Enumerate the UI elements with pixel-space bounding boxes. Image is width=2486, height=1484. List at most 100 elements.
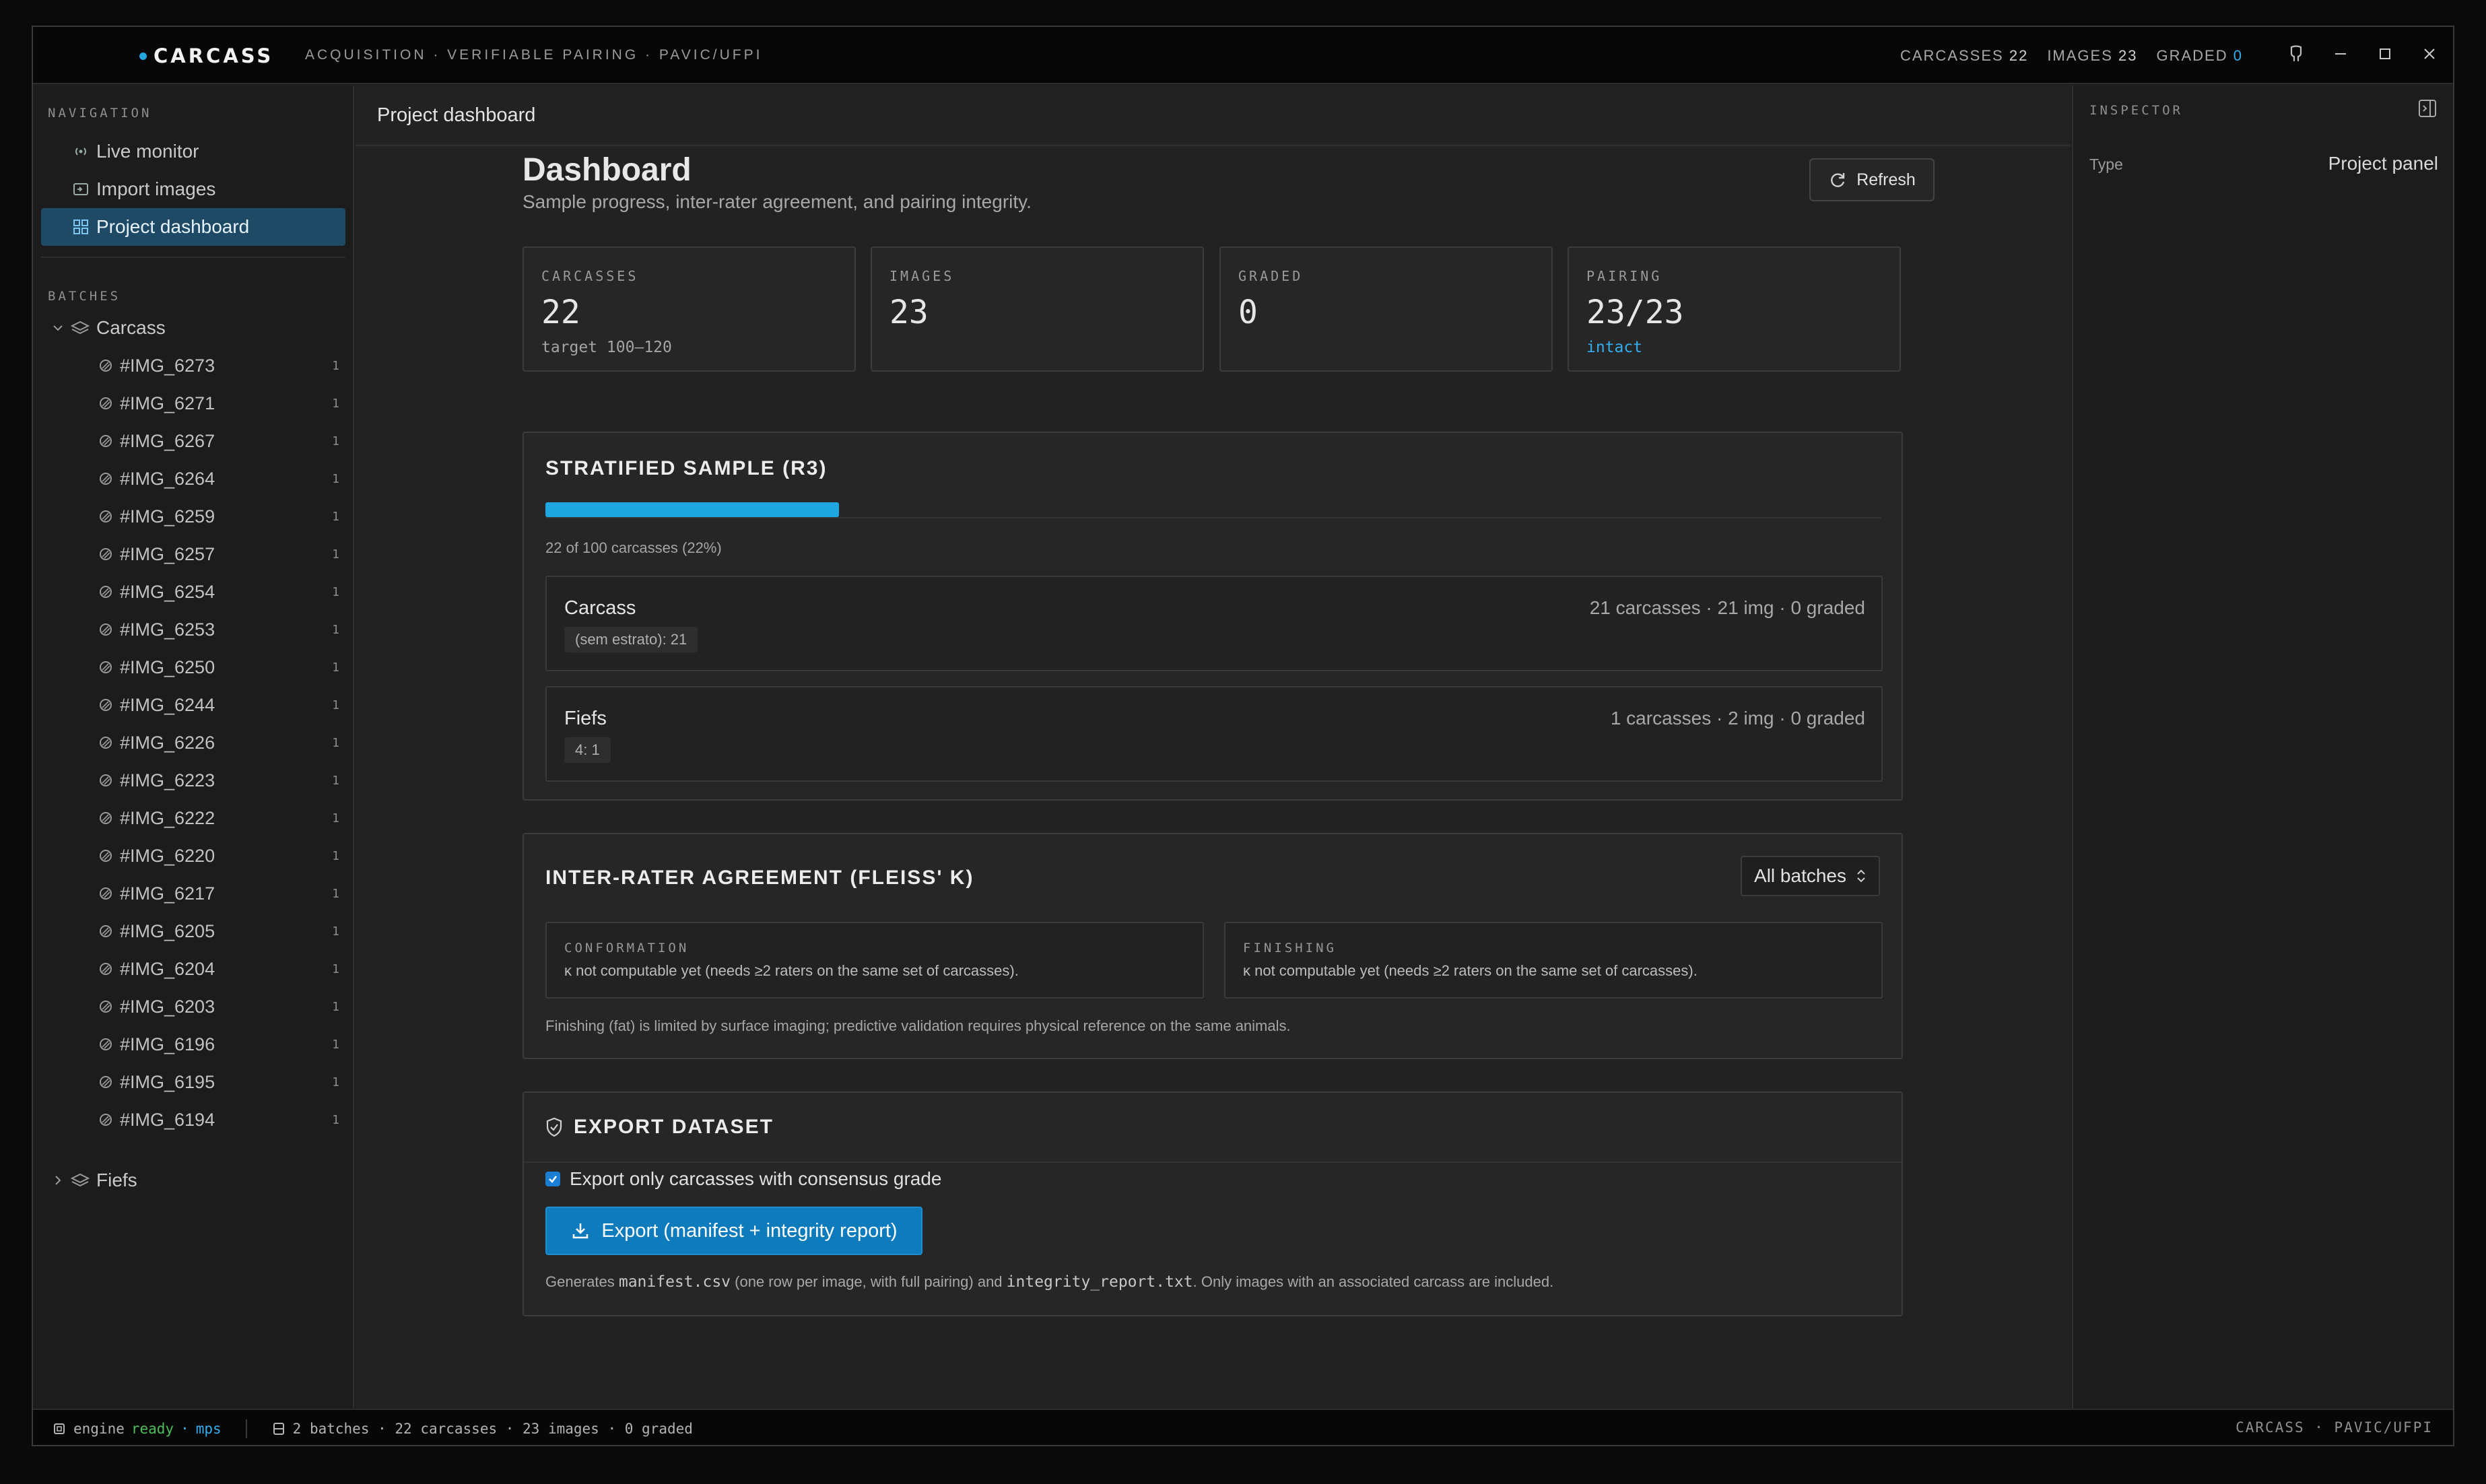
image-tag-icon bbox=[97, 1111, 114, 1128]
batch-item-label: #IMG_6196 bbox=[120, 1034, 215, 1054]
image-tag-icon bbox=[97, 696, 114, 714]
nav-import-images[interactable]: Import images bbox=[41, 170, 345, 208]
batch-item-label: #IMG_6244 bbox=[120, 694, 215, 715]
stratum-tag: (sem estrato): 21 bbox=[564, 627, 698, 652]
batch-item[interactable]: #IMG_6195 1 bbox=[97, 1063, 339, 1101]
image-tag-icon bbox=[97, 734, 114, 751]
image-tag-icon bbox=[97, 470, 114, 487]
maximize-icon[interactable] bbox=[2375, 42, 2395, 66]
brand-dot-icon bbox=[139, 52, 147, 60]
batch-item[interactable]: #IMG_6217 1 bbox=[97, 875, 339, 912]
batch-item[interactable]: #IMG_6222 1 bbox=[97, 799, 339, 837]
batch-item[interactable]: #IMG_6254 1 bbox=[97, 573, 339, 611]
title-bar: CARCASS ACQUISITION · VERIFIABLE PAIRING… bbox=[33, 27, 2453, 84]
stratum-card: Fiefs 1 carcasses · 2 img · 0 graded 4: … bbox=[545, 686, 1883, 782]
inspector-title: INSPECTOR bbox=[2089, 103, 2183, 118]
panel-toggle-icon[interactable] bbox=[2417, 98, 2438, 119]
chevron-down-icon[interactable] bbox=[51, 324, 65, 332]
batch-item[interactable]: #IMG_6194 1 bbox=[97, 1101, 339, 1139]
batch-item[interactable]: #IMG_6196 1 bbox=[97, 1025, 339, 1063]
brand: CARCASS bbox=[139, 44, 273, 67]
batch-item-count: 1 bbox=[332, 999, 339, 1014]
batch-item[interactable]: #IMG_6204 1 bbox=[97, 950, 339, 988]
consensus-checkbox-row[interactable]: Export only carcasses with consensus gra… bbox=[545, 1168, 942, 1190]
batch-item-count: 1 bbox=[332, 434, 339, 448]
stat-label: IMAGES bbox=[889, 268, 955, 284]
nav-project-dashboard[interactable]: Project dashboard bbox=[41, 208, 345, 246]
divider bbox=[245, 1419, 247, 1438]
stat-label: GRADED bbox=[1238, 268, 1304, 284]
stat-label: CARCASSES bbox=[1900, 47, 2004, 64]
image-tag-icon bbox=[97, 395, 114, 412]
stat-value: 0 bbox=[1238, 294, 1258, 331]
engine-separator: · bbox=[180, 1421, 189, 1437]
batch-item-count: 1 bbox=[332, 848, 339, 863]
sample-progress-bar bbox=[545, 502, 1881, 518]
inspector-type-key: Type bbox=[2089, 156, 2123, 173]
batch-item[interactable]: #IMG_6250 1 bbox=[97, 648, 339, 686]
batch-item-label: #IMG_6205 bbox=[120, 920, 215, 941]
image-tag-icon bbox=[97, 1036, 114, 1053]
refresh-label: Refresh bbox=[1856, 170, 1916, 189]
progress-divider bbox=[545, 517, 1881, 518]
batch-carcass[interactable]: Carcass bbox=[51, 309, 166, 347]
export-button[interactable]: Export (manifest + integrity report) bbox=[545, 1207, 922, 1255]
close-icon[interactable] bbox=[2419, 42, 2440, 66]
stratum-tag: 4: 1 bbox=[564, 737, 611, 763]
batch-item[interactable]: #IMG_6259 1 bbox=[97, 498, 339, 535]
export-header: EXPORT DATASET bbox=[545, 1116, 774, 1139]
batch-item-count: 1 bbox=[332, 660, 339, 675]
batch-item-label: #IMG_6254 bbox=[120, 581, 215, 602]
navigation-label: NAVIGATION bbox=[48, 106, 152, 121]
titlebar-stats: CARCASSES 22 IMAGES 23 GRADED 0 bbox=[1900, 47, 2243, 65]
consensus-checkbox[interactable] bbox=[545, 1172, 560, 1186]
batch-item[interactable]: #IMG_6223 1 bbox=[97, 762, 339, 799]
integrity-report-filename: integrity_report.txt bbox=[1006, 1273, 1193, 1291]
batch-item-count: 1 bbox=[332, 396, 339, 411]
nav-label: Live monitor bbox=[96, 141, 199, 162]
chevron-updown-icon bbox=[1857, 869, 1865, 883]
kappa-label: CONFORMATION bbox=[564, 941, 690, 955]
image-tag-icon bbox=[97, 621, 114, 638]
batch-item[interactable]: #IMG_6257 1 bbox=[97, 535, 339, 573]
batch-item[interactable]: #IMG_6226 1 bbox=[97, 724, 339, 762]
stat-value: 22 bbox=[2009, 47, 2029, 64]
batch-item-count: 1 bbox=[332, 584, 339, 599]
main-content: Project dashboard Dashboard Sample progr… bbox=[356, 86, 2071, 1409]
batch-item[interactable]: #IMG_6267 1 bbox=[97, 422, 339, 460]
refresh-button[interactable]: Refresh bbox=[1809, 158, 1935, 201]
batch-item[interactable]: #IMG_6271 1 bbox=[97, 384, 339, 422]
batch-item[interactable]: #IMG_6220 1 bbox=[97, 837, 339, 875]
batch-item-count: 1 bbox=[332, 924, 339, 939]
stratum-meta: 1 carcasses · 2 img · 0 graded bbox=[1610, 708, 1865, 729]
github-icon[interactable] bbox=[2286, 42, 2306, 66]
divider bbox=[41, 257, 345, 258]
batch-item[interactable]: #IMG_6205 1 bbox=[97, 912, 339, 950]
batch-item-count: 1 bbox=[332, 886, 339, 901]
image-tag-icon bbox=[97, 922, 114, 940]
image-tag-icon bbox=[97, 809, 114, 827]
refresh-icon bbox=[1831, 173, 1845, 187]
image-tag-icon bbox=[97, 847, 114, 865]
batch-fiefs[interactable]: Fiefs bbox=[51, 1161, 137, 1199]
batch-item[interactable]: #IMG_6253 1 bbox=[97, 611, 339, 648]
chevron-right-icon[interactable] bbox=[51, 1175, 65, 1186]
batches-select[interactable]: All batches bbox=[1741, 856, 1880, 896]
batch-item-label: #IMG_6217 bbox=[120, 883, 215, 904]
nav-live-monitor[interactable]: Live monitor bbox=[41, 133, 345, 170]
brand-name: CARCASS bbox=[154, 44, 274, 67]
kappa-text: κ not computable yet (needs ≥2 raters on… bbox=[564, 962, 1019, 979]
panel-title: STRATIFIED SAMPLE (R3) bbox=[545, 457, 828, 479]
batch-item[interactable]: #IMG_6264 1 bbox=[97, 460, 339, 498]
engine-device: mps bbox=[195, 1421, 222, 1437]
batch-item[interactable]: #IMG_6203 1 bbox=[97, 988, 339, 1025]
batch-item-count: 1 bbox=[332, 471, 339, 486]
broadcast-icon bbox=[72, 143, 90, 160]
minimize-icon[interactable] bbox=[2330, 42, 2351, 66]
batch-item[interactable]: #IMG_6273 1 bbox=[97, 347, 339, 384]
inspector-type-value: Project panel bbox=[2328, 153, 2438, 174]
titlebar-stat-carcasses: CARCASSES 22 bbox=[1900, 47, 2028, 65]
batch-item[interactable]: #IMG_6244 1 bbox=[97, 686, 339, 724]
batch-item-count: 1 bbox=[332, 773, 339, 788]
image-tag-icon bbox=[97, 583, 114, 601]
